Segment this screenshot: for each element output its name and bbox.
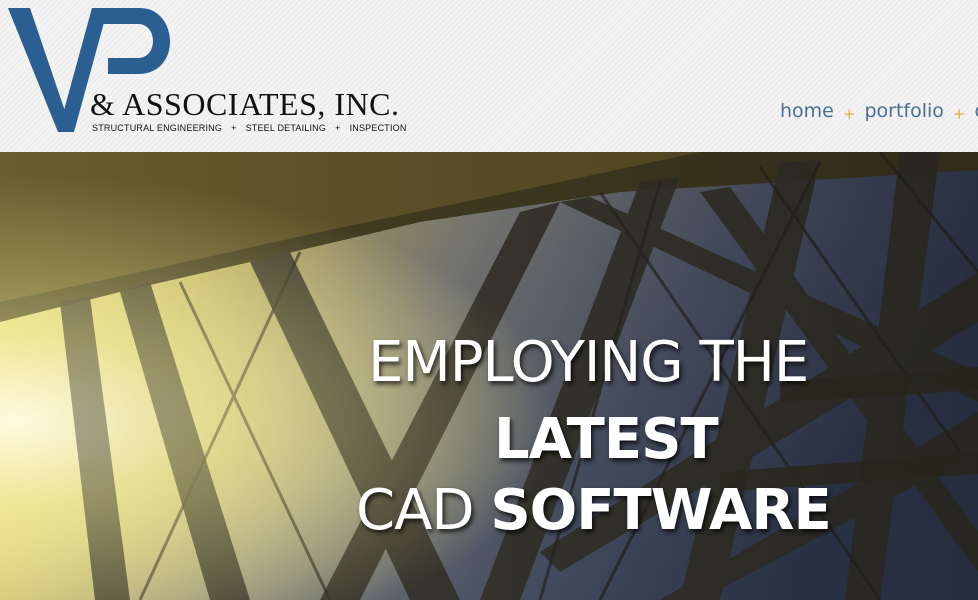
hero-line-3-light: CAD <box>356 478 475 543</box>
nav-careers-link[interactable]: care <box>974 100 978 122</box>
company-name: & ASSOCIATES, INC. <box>90 86 400 122</box>
hero-headline: EMPLOYING THE LATEST CAD SOFTWARE <box>0 152 978 600</box>
site-header: & ASSOCIATES, INC. STRUCTURAL ENGINEERIN… <box>0 0 978 152</box>
nav-separator: + <box>952 105 966 123</box>
nav-home-link[interactable]: home <box>780 100 834 122</box>
company-tagline: STRUCTURAL ENGINEERING + STEEL DETAILING + I… <box>92 123 407 133</box>
tagline-separator: + <box>335 123 341 133</box>
hero-banner: EMPLOYING THE LATEST CAD SOFTWARE <box>0 152 978 600</box>
tagline-structural-engineering: STRUCTURAL ENGINEERING <box>92 123 223 133</box>
hero-line-3-bold: SOFTWARE <box>490 478 831 543</box>
hero-line-1: EMPLOYING THE <box>368 330 809 395</box>
tagline-separator: + <box>231 123 237 133</box>
nav-separator: + <box>842 105 856 123</box>
tagline-inspection: INSPECTION <box>349 123 407 133</box>
tagline-steel-detailing: STEEL DETAILING <box>245 123 327 133</box>
nav-portfolio-link[interactable]: portfolio <box>864 100 943 122</box>
company-logo[interactable]: & ASSOCIATES, INC. STRUCTURAL ENGINEERIN… <box>0 0 420 150</box>
hero-line-2: LATEST <box>494 407 719 472</box>
hero-line-3: CAD SOFTWARE <box>356 478 832 543</box>
main-nav: home + portfolio + care <box>780 100 978 123</box>
